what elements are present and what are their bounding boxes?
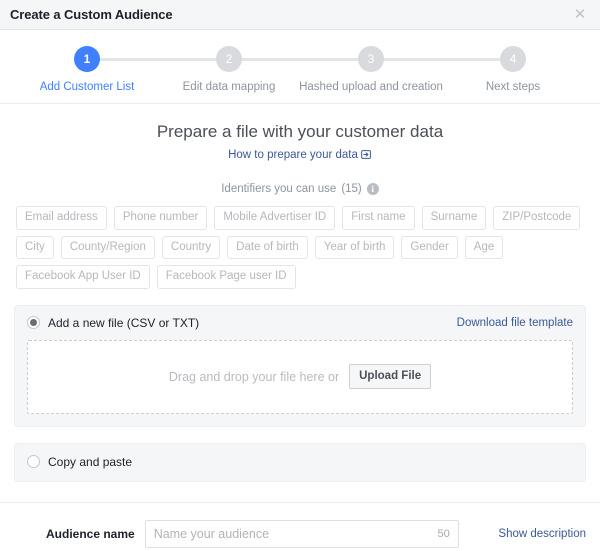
copy-and-paste-label: Copy and paste	[48, 454, 133, 469]
stepper-step-2-label: Edit data mapping	[182, 81, 276, 93]
stepper-track: 1 Add Customer List 2 Edit data mapping …	[0, 46, 600, 93]
stepper-step-4-number: 4	[500, 46, 526, 72]
copy-and-paste-radio-option[interactable]: Copy and paste	[27, 455, 132, 469]
identifier-chip: Facebook App User ID	[16, 265, 150, 289]
how-to-prepare-data-label: How to prepare your data	[228, 149, 358, 161]
identifier-chip: Year of birth	[314, 235, 395, 260]
identifier-chip: Age	[464, 235, 504, 260]
stepper-step-1-number: 1	[74, 46, 100, 72]
add-new-file-panel-header: Add a new file (CSV or TXT) Download fil…	[27, 316, 573, 330]
dropzone-instruction: Drag and drop your file here or	[168, 369, 340, 384]
stepper-step-3-label: Hashed upload and creation	[299, 81, 443, 93]
file-dropzone[interactable]: Drag and drop your file here or Upload F…	[27, 339, 573, 414]
stepper-connector-2	[229, 58, 371, 61]
stepper-step-2-number: 2	[216, 46, 242, 72]
stepper-connector-1	[87, 58, 229, 61]
stepper-step-3-number: 3	[358, 46, 384, 72]
copy-and-paste-panel: Copy and paste	[14, 442, 586, 482]
identifiers-count: (15)	[341, 183, 362, 195]
stepper-step-2[interactable]: 2 Edit data mapping	[158, 46, 371, 93]
stepper-step-1-label: Add Customer List	[39, 81, 135, 93]
dialog-title: Create a Custom Audience	[10, 7, 173, 22]
add-new-file-radio-option[interactable]: Add a new file (CSV or TXT)	[27, 316, 199, 330]
identifier-chip: Phone number	[113, 206, 208, 230]
add-new-file-radio[interactable]	[27, 316, 40, 330]
identifier-chip: First name	[342, 206, 415, 230]
close-icon[interactable]: ✕	[572, 7, 588, 23]
show-description-link[interactable]: Show description	[498, 528, 586, 540]
identifier-chip: Surname	[421, 206, 487, 230]
audience-name-label: Audience name	[46, 526, 135, 541]
audience-name-field: 50	[144, 519, 459, 548]
identifier-chip: Country	[161, 235, 221, 260]
create-custom-audience-dialog: Create a Custom Audience ✕ 1 Add Custome…	[0, 0, 600, 551]
identifiers-label-row: Identifiers you can use (15) i	[14, 183, 586, 195]
audience-name-input[interactable]	[144, 519, 459, 548]
page-title: Prepare a file with your customer data	[156, 122, 444, 141]
help-link-row: How to prepare your data	[14, 147, 586, 163]
copy-and-paste-radio[interactable]	[27, 455, 40, 469]
identifier-chip: ZIP/Postcode	[493, 206, 581, 230]
identifier-chip: City	[16, 235, 54, 260]
copy-and-paste-panel-header: Copy and paste	[27, 455, 573, 469]
stepper-step-4-label: Next steps	[485, 81, 541, 93]
info-icon[interactable]: i	[366, 183, 379, 195]
identifier-chip: Facebook Page user ID	[156, 265, 296, 289]
stepper-step-1[interactable]: 1 Add Customer List	[16, 46, 229, 93]
how-to-prepare-data-link[interactable]: How to prepare your data	[228, 149, 372, 161]
identifier-chip: Email address	[16, 206, 107, 230]
add-new-file-label: Add a new file (CSV or TXT)	[48, 315, 200, 330]
upload-file-button[interactable]: Upload File	[349, 364, 432, 390]
external-link-icon	[361, 149, 372, 163]
dialog-body: Prepare a file with your customer data H…	[0, 104, 600, 502]
stepper: 1 Add Customer List 2 Edit data mapping …	[0, 30, 600, 104]
stepper-connector-3	[371, 58, 513, 61]
download-file-template-link[interactable]: Download file template	[457, 317, 573, 329]
dialog-footer: Audience name 50 Show description	[0, 502, 600, 551]
identifier-chip: Date of birth	[227, 235, 308, 260]
identifier-chip: Mobile Advertiser ID	[214, 206, 336, 230]
identifiers-label: Identifiers you can use	[221, 183, 337, 195]
stepper-step-3[interactable]: 3 Hashed upload and creation	[299, 46, 513, 93]
identifier-chip-list: Email address Phone number Mobile Advert…	[14, 206, 586, 289]
stepper-step-4[interactable]: 4 Next steps	[442, 46, 584, 93]
dialog-titlebar: Create a Custom Audience ✕	[0, 0, 600, 30]
identifier-chip: Gender	[401, 235, 458, 260]
identifier-chip: County/Region	[60, 235, 155, 260]
add-new-file-panel: Add a new file (CSV or TXT) Download fil…	[14, 304, 586, 427]
